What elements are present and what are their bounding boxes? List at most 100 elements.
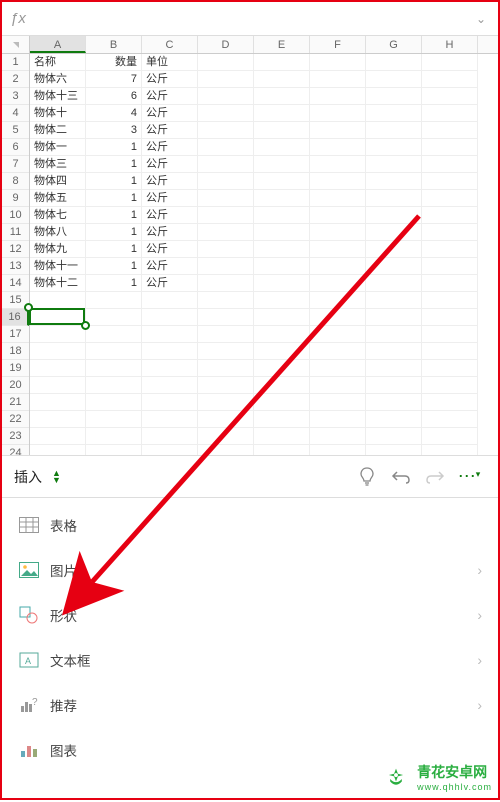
cell[interactable] [310, 173, 366, 190]
cell[interactable] [310, 326, 366, 343]
row-header[interactable]: 14 [2, 275, 29, 292]
column-header[interactable]: C [142, 36, 198, 53]
menu-item-table[interactable]: 表格 [2, 502, 498, 547]
row-header[interactable]: 18 [2, 343, 29, 360]
formula-expand-icon[interactable]: ⌄ [472, 8, 490, 30]
cell[interactable] [366, 445, 422, 456]
cell[interactable] [198, 258, 254, 275]
cell[interactable] [30, 360, 86, 377]
cell[interactable]: 物体十三 [30, 88, 86, 105]
cell[interactable]: 1 [86, 241, 142, 258]
cell[interactable] [30, 343, 86, 360]
cell[interactable]: 单位 [142, 54, 198, 71]
cell[interactable] [366, 428, 422, 445]
cell[interactable] [254, 54, 310, 71]
cell[interactable] [198, 207, 254, 224]
cell[interactable] [422, 309, 478, 326]
cell[interactable] [254, 309, 310, 326]
cell[interactable] [142, 343, 198, 360]
cell[interactable] [422, 411, 478, 428]
cell[interactable] [366, 54, 422, 71]
cell[interactable] [254, 190, 310, 207]
row-header[interactable]: 20 [2, 377, 29, 394]
cell[interactable] [422, 394, 478, 411]
row-header[interactable]: 17 [2, 326, 29, 343]
cell[interactable] [86, 360, 142, 377]
cell[interactable] [422, 190, 478, 207]
cell[interactable] [310, 241, 366, 258]
cell[interactable] [142, 326, 198, 343]
cell[interactable] [422, 360, 478, 377]
cell[interactable] [254, 258, 310, 275]
cell[interactable] [254, 71, 310, 88]
cell[interactable] [366, 139, 422, 156]
cell[interactable] [254, 224, 310, 241]
cell[interactable] [422, 445, 478, 456]
cell[interactable] [198, 71, 254, 88]
cell[interactable] [310, 156, 366, 173]
cell[interactable] [254, 394, 310, 411]
cell[interactable] [422, 54, 478, 71]
cell[interactable] [254, 445, 310, 456]
cell[interactable]: 1 [86, 275, 142, 292]
selection-handle-br[interactable] [81, 321, 90, 330]
cell[interactable] [366, 88, 422, 105]
cell[interactable]: 名称 [30, 54, 86, 71]
cell[interactable]: 1 [86, 258, 142, 275]
cell[interactable] [366, 394, 422, 411]
cell[interactable] [310, 343, 366, 360]
cell[interactable] [422, 224, 478, 241]
cell[interactable] [86, 343, 142, 360]
cell[interactable]: 物体十二 [30, 275, 86, 292]
cell[interactable]: 物体八 [30, 224, 86, 241]
lightbulb-icon[interactable] [350, 460, 384, 494]
cell[interactable] [254, 326, 310, 343]
cell[interactable]: 物体三 [30, 156, 86, 173]
cell[interactable]: 物体十一 [30, 258, 86, 275]
cell[interactable] [422, 156, 478, 173]
cell[interactable] [310, 445, 366, 456]
cell[interactable] [30, 292, 86, 309]
cell[interactable] [422, 326, 478, 343]
cell[interactable] [198, 173, 254, 190]
cell[interactable] [366, 241, 422, 258]
cell[interactable] [142, 377, 198, 394]
cell[interactable] [198, 411, 254, 428]
cell[interactable]: 物体七 [30, 207, 86, 224]
cell[interactable] [366, 156, 422, 173]
cell[interactable] [310, 139, 366, 156]
cell[interactable] [310, 71, 366, 88]
cell[interactable] [422, 207, 478, 224]
cell[interactable] [310, 122, 366, 139]
row-header[interactable]: 6 [2, 139, 29, 156]
cell[interactable] [30, 428, 86, 445]
cell[interactable] [422, 292, 478, 309]
cell[interactable] [254, 241, 310, 258]
spreadsheet-grid[interactable]: ABCDEFGH 1234567891011121314151617181920… [2, 36, 498, 456]
cell[interactable] [198, 224, 254, 241]
row-header[interactable]: 23 [2, 428, 29, 445]
cell[interactable] [142, 309, 198, 326]
cell[interactable] [366, 71, 422, 88]
cell[interactable] [198, 122, 254, 139]
cell[interactable] [310, 377, 366, 394]
cell[interactable]: 公斤 [142, 173, 198, 190]
cell[interactable] [310, 207, 366, 224]
cell[interactable]: 物体一 [30, 139, 86, 156]
cell[interactable] [310, 190, 366, 207]
cell[interactable] [86, 377, 142, 394]
cell[interactable] [254, 275, 310, 292]
cell[interactable] [86, 428, 142, 445]
cell[interactable] [254, 207, 310, 224]
cell[interactable] [254, 105, 310, 122]
formula-input[interactable] [26, 2, 472, 35]
cell[interactable] [142, 360, 198, 377]
cell[interactable]: 公斤 [142, 190, 198, 207]
cell[interactable] [198, 394, 254, 411]
cell[interactable]: 物体六 [30, 71, 86, 88]
row-header[interactable]: 10 [2, 207, 29, 224]
row-header[interactable]: 1 [2, 54, 29, 71]
cell[interactable]: 1 [86, 139, 142, 156]
cell[interactable] [366, 411, 422, 428]
cell[interactable]: 公斤 [142, 88, 198, 105]
